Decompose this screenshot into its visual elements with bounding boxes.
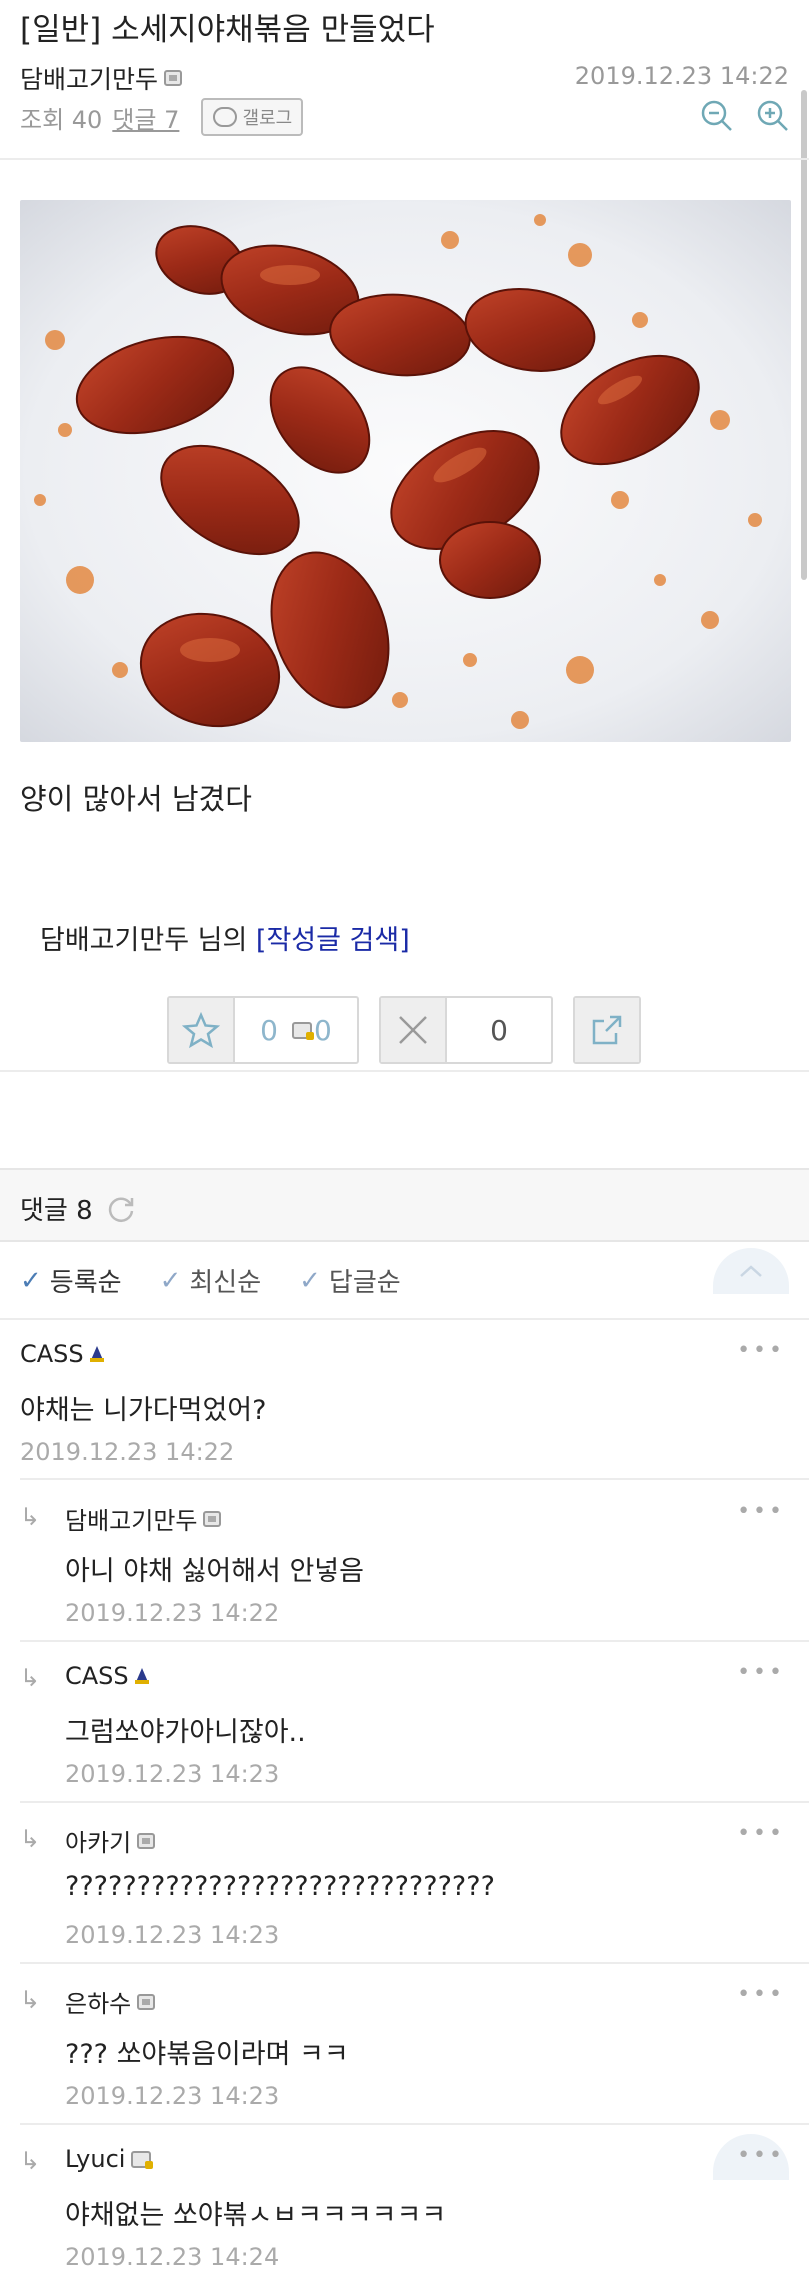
reply-arrow-icon: ↳ — [20, 1664, 41, 1692]
speech-bubble-icon — [212, 107, 237, 127]
content-divider — [0, 1070, 809, 1072]
views-count: 조회 40 — [20, 105, 103, 134]
more-options-icon[interactable]: ••• — [737, 2143, 785, 2168]
comment-header-band: 댓글 8 — [0, 1168, 809, 1242]
reply-arrow-icon: ↳ — [20, 1503, 41, 1531]
reply-arrow-icon: ↳ — [20, 1986, 41, 2014]
more-options-icon[interactable]: ••• — [737, 1821, 785, 1846]
comment-count: 댓글 8 — [20, 1196, 93, 1226]
check-icon: ✓ — [299, 1265, 321, 1296]
star-icon — [169, 998, 235, 1062]
x-icon — [381, 998, 447, 1062]
comment-text: 아니 야채 싫어해서 안넣음 — [65, 1556, 364, 1587]
zoom-controls — [699, 98, 791, 134]
reply-item: ↳ 은하수 ••• ??? 쏘야볶음이라며 ㅋㅋ 2019.12.23 14:2… — [0, 1964, 809, 2125]
downvote-count: 0 — [490, 1013, 508, 1047]
comment-sort-options: ✓ 등록순 ✓ 최신순 ✓ 답글순 — [20, 1262, 401, 1299]
comment-author-name[interactable]: Lyuci — [65, 2145, 125, 2173]
comment-text: 야채는 니가다먹었어? — [20, 1395, 267, 1426]
comment-author-name[interactable]: 은하수 — [65, 1984, 131, 2019]
member-level-icon — [164, 70, 183, 86]
sort-latest[interactable]: ✓ 최신순 — [160, 1262, 262, 1299]
zoom-in-icon[interactable] — [755, 98, 791, 134]
comment-text: ??? 쏘야볶음이라며 ㅋㅋ — [65, 2039, 349, 2070]
author-search-line: 담배고기만두 님의 [작성글 검색] — [40, 918, 410, 957]
comment-author-name[interactable]: CASS — [20, 1340, 84, 1368]
comment-author-name[interactable]: 아카기 — [65, 1823, 131, 1858]
comment-author-name[interactable]: CASS — [65, 1662, 129, 1690]
share-icon — [575, 998, 639, 1062]
recommend-button[interactable]: 0 0 — [167, 996, 359, 1064]
comments-link[interactable]: 댓글 7 — [112, 100, 179, 135]
more-options-icon[interactable]: ••• — [737, 1982, 785, 2007]
comment-text: 야채없는 쏘야볶ㅅㅂㅋㅋㅋㅋㅋㅋ — [65, 2200, 447, 2231]
post-date: 2019.12.23 14:22 — [574, 62, 789, 90]
share-button[interactable] — [573, 996, 641, 1064]
more-options-icon[interactable]: ••• — [737, 1499, 785, 1524]
more-options-icon[interactable]: ••• — [737, 1660, 785, 1685]
manager-badge-icon — [89, 1346, 104, 1362]
comment-author[interactable]: 아카기 — [65, 1823, 156, 1858]
refresh-icon[interactable] — [105, 1193, 137, 1225]
gallog-button[interactable]: 갤로그 — [201, 98, 304, 136]
comment-text: ?????????????????????????????? — [65, 1871, 495, 1902]
comment-author[interactable]: 은하수 — [65, 1984, 156, 2019]
comment-date: 2019.12.23 14:22 — [20, 1438, 235, 1466]
comment-header: 댓글 8 — [20, 1190, 137, 1227]
scroll-top-button[interactable] — [713, 1248, 789, 1294]
comment-date: 2019.12.23 14:22 — [65, 1599, 280, 1627]
reply-item: ↳ 담배고기만두 ••• 아니 야채 싫어해서 안넣음 2019.12.23 1… — [0, 1481, 809, 1642]
recommend-counts: 0 0 — [235, 998, 357, 1062]
sort-replies-label: 답글순 — [328, 1268, 401, 1298]
search-prefix: 담배고기만두 님의 — [40, 925, 248, 956]
comment-date: 2019.12.23 14:24 — [65, 2243, 280, 2271]
comment-author-name[interactable]: 담배고기만두 — [65, 1501, 197, 1536]
post-title: [일반] 소세지야채볶음 만들었다 — [20, 12, 435, 48]
comment-date: 2019.12.23 14:23 — [65, 1760, 280, 1788]
comment-author[interactable]: CASS — [20, 1340, 104, 1368]
reply-item: ↳ CASS ••• 그럼쏘야가아니잖아.. 2019.12.23 14:23 — [0, 1642, 809, 1803]
comment-text: 그럼쏘야가아니잖아.. — [65, 1717, 306, 1748]
reply-arrow-icon: ↳ — [20, 2147, 41, 2175]
post-author[interactable]: 담배고기만두 — [20, 60, 183, 96]
manager-badge-icon — [134, 1668, 149, 1684]
member-level-icon — [137, 1993, 156, 2010]
fixed-member-icon — [131, 2150, 154, 2169]
comment-author[interactable]: Lyuci — [65, 2145, 154, 2173]
downvote-button[interactable]: 0 — [379, 996, 553, 1064]
comment-date: 2019.12.23 14:23 — [65, 1921, 280, 1949]
sort-replies[interactable]: ✓ 답글순 — [299, 1262, 401, 1299]
scrollbar[interactable] — [801, 90, 807, 580]
reply-item: ↳ Lyuci ••• 야채없는 쏘야볶ㅅㅂㅋㅋㅋㅋㅋㅋ 2019.12.23 … — [0, 2125, 809, 2282]
recommend-count: 0 — [260, 1013, 278, 1047]
chevron-up-icon — [740, 1265, 762, 1277]
sort-registered[interactable]: ✓ 등록순 — [20, 1262, 122, 1299]
check-icon: ✓ — [20, 1265, 42, 1296]
post-body: 양이 많아서 남겼다 — [20, 782, 252, 816]
more-options-icon[interactable]: ••• — [737, 1338, 785, 1363]
search-posts-link[interactable]: [작성글 검색] — [256, 925, 410, 956]
comment-author[interactable]: CASS — [65, 1662, 149, 1690]
post-stats: 조회 40 댓글 7 갤로그 — [20, 98, 304, 136]
check-icon: ✓ — [159, 1265, 182, 1296]
header-divider — [0, 158, 809, 160]
comment-date: 2019.12.23 14:23 — [65, 2082, 280, 2110]
comment-author[interactable]: 담배고기만두 — [65, 1501, 222, 1536]
food-photo — [20, 200, 791, 742]
member-level-icon — [137, 1832, 156, 1849]
sort-latest-label: 최신순 — [189, 1268, 262, 1298]
reply-item: ↳ 아카기 ••• ??????????????????????????????… — [0, 1803, 809, 1964]
fixed-recommend-count: 0 — [314, 1013, 332, 1047]
zoom-out-icon[interactable] — [699, 98, 735, 134]
member-level-icon — [203, 1510, 222, 1527]
comment-item: CASS ••• 야채는 니가다먹었어? 2019.12.23 14:22 — [0, 1320, 809, 1480]
gallog-label: 갤로그 — [242, 108, 293, 129]
fixed-member-icon — [292, 1021, 314, 1040]
post-image[interactable] — [20, 200, 791, 742]
reply-arrow-icon: ↳ — [20, 1825, 41, 1853]
sort-registered-label: 등록순 — [49, 1268, 122, 1298]
comment-divider — [20, 1478, 809, 1480]
author-name[interactable]: 담배고기만두 — [20, 60, 158, 96]
